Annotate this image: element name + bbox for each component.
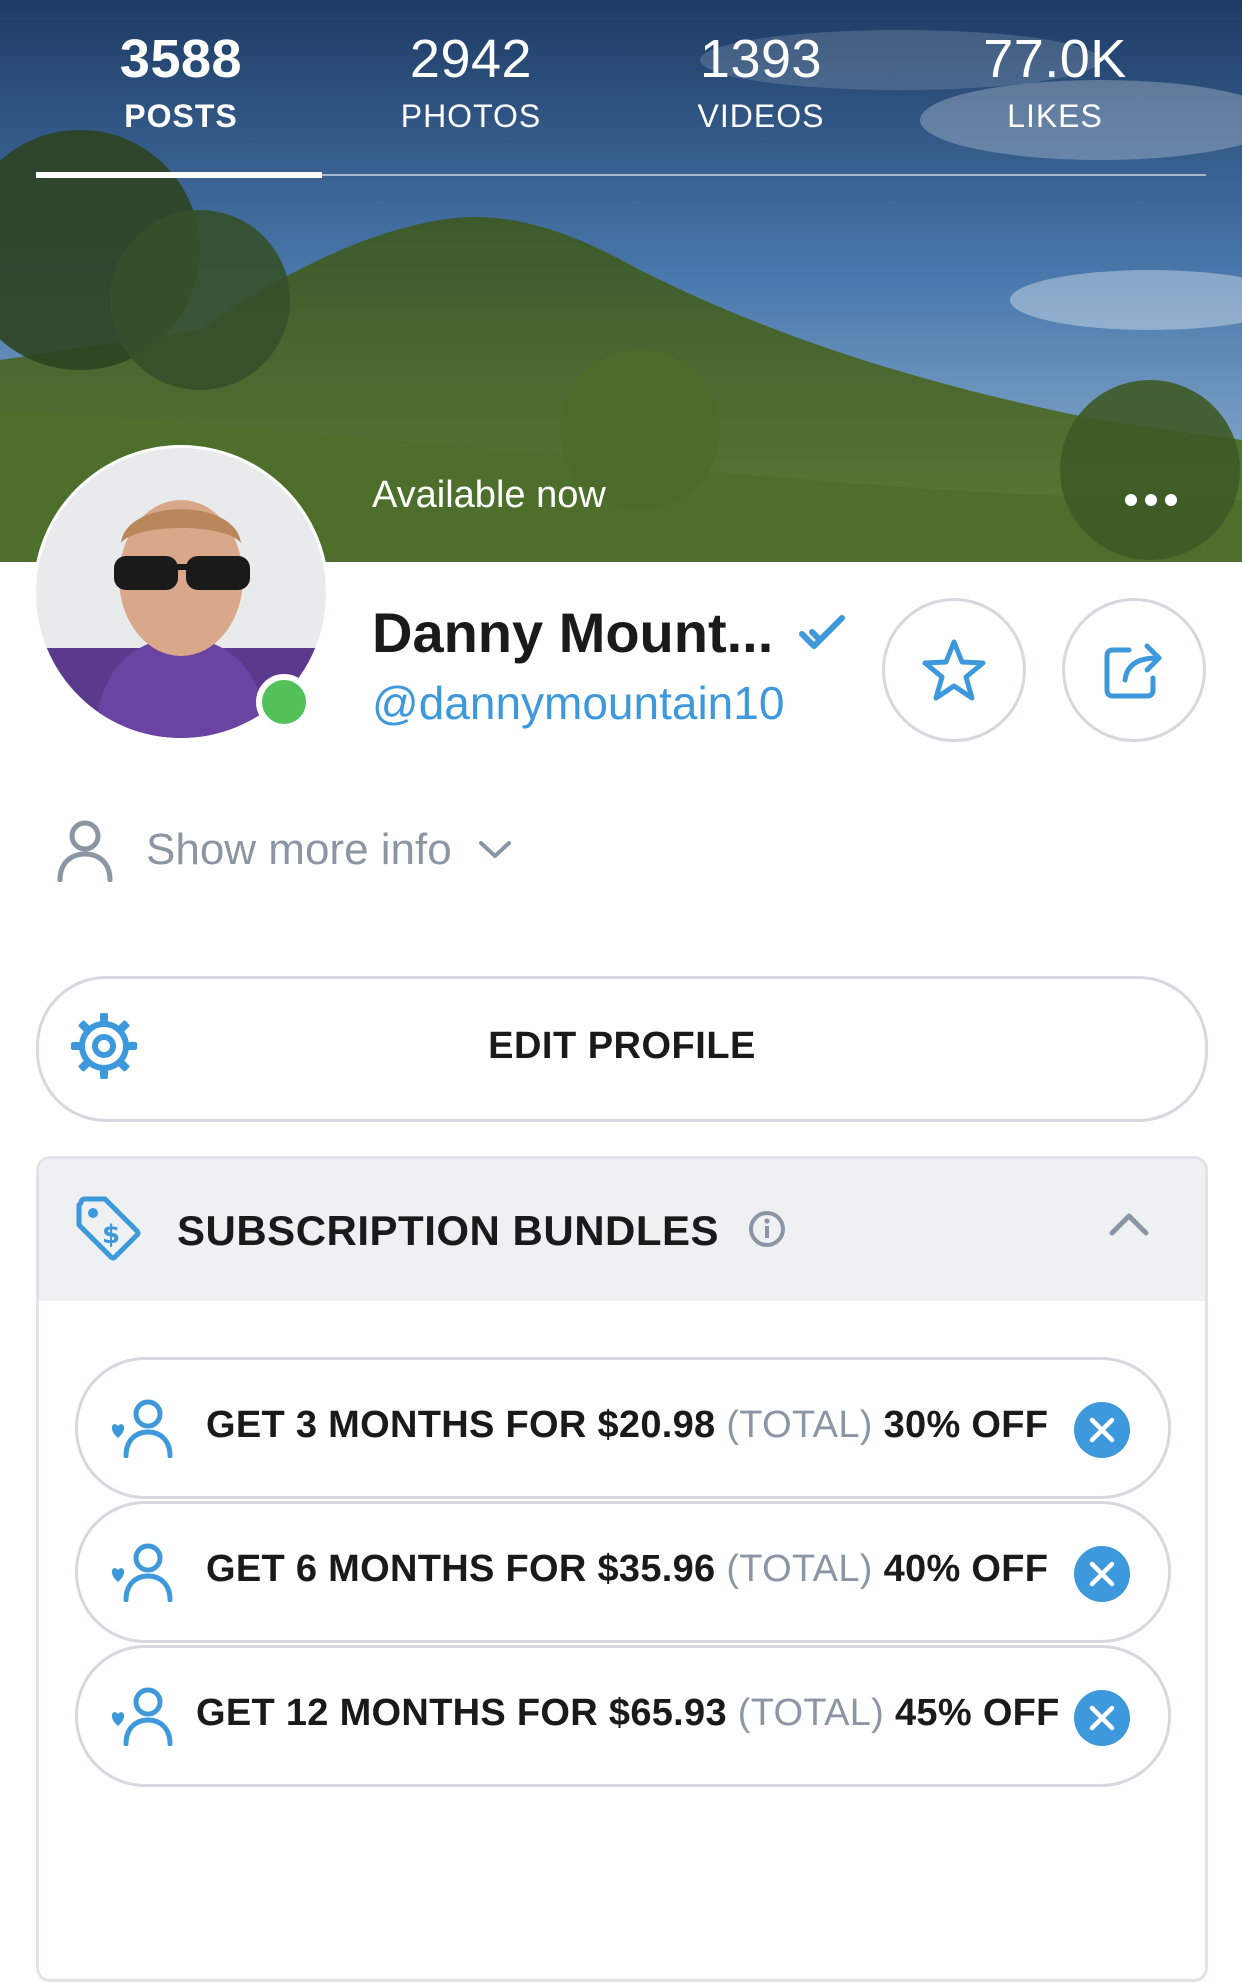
bundle-discount: 40% OFF (883, 1548, 1049, 1590)
bundle-total: (TOTAL) (726, 1404, 873, 1446)
more-options-button[interactable] (1116, 482, 1186, 522)
bundle-offer: GET 3 MONTHS FOR $20.98 (206, 1404, 716, 1446)
tab-posts[interactable]: 3588 POSTS (36, 24, 326, 138)
share-button[interactable] (1062, 598, 1206, 742)
availability-status: Available now (372, 474, 606, 516)
chevron-up-icon[interactable] (1109, 1211, 1149, 1237)
user-heart-icon (111, 1543, 173, 1602)
user-icon (57, 820, 113, 882)
active-tab-indicator (36, 172, 322, 178)
show-more-info-toggle[interactable]: Show more info (56, 812, 512, 888)
online-status-dot (256, 674, 312, 730)
remove-bundle-button[interactable] (1074, 1690, 1130, 1746)
verified-check-icon (798, 612, 846, 657)
profile-name: Danny Mount... (372, 601, 774, 664)
close-icon (1089, 1561, 1115, 1587)
videos-label: VIDEOS (697, 98, 825, 134)
tab-videos[interactable]: 1393 VIDEOS (616, 24, 906, 138)
bundle-item-12-months[interactable]: GET 12 MONTHS FOR $65.93 (TOTAL) 45% OFF (75, 1645, 1171, 1787)
photos-label: PHOTOS (400, 98, 542, 134)
tab-photos[interactable]: 2942 PHOTOS (326, 24, 616, 138)
bundle-item-3-months[interactable]: GET 3 MONTHS FOR $20.98 (TOTAL) 30% OFF (75, 1357, 1171, 1499)
bundle-discount: 30% OFF (883, 1404, 1049, 1446)
bundle-item-6-months[interactable]: GET 6 MONTHS FOR $35.96 (TOTAL) 40% OFF (75, 1501, 1171, 1643)
subscription-bundles-header[interactable]: $ SUBSCRIPTION BUNDLES (39, 1159, 1205, 1301)
profile-handle[interactable]: @dannymountain10 (372, 676, 784, 730)
more-dots-icon (1125, 494, 1177, 506)
videos-count: 1393 (699, 29, 823, 89)
posts-count: 3588 (119, 29, 243, 89)
bundle-total: (TOTAL) (726, 1548, 873, 1590)
bundle-discount: 45% OFF (895, 1692, 1060, 1734)
share-icon (1104, 643, 1162, 699)
show-more-info-label: Show more info (146, 825, 452, 874)
chevron-down-icon (478, 841, 511, 858)
price-tag-icon: $ (76, 1196, 141, 1261)
likes-count: 77.0K (983, 29, 1127, 89)
bundle-total: (TOTAL) (737, 1692, 885, 1734)
remove-bundle-button[interactable] (1074, 1402, 1130, 1458)
bundle-offer: GET 12 MONTHS FOR $65.93 (196, 1692, 727, 1734)
bundle-text: GET 6 MONTHS FOR $35.96 (TOTAL) 40% OFF (206, 1548, 1048, 1591)
favorite-button[interactable] (882, 598, 1026, 742)
tab-likes[interactable]: 77.0K LIKES (910, 24, 1200, 138)
subscription-bundles-title: SUBSCRIPTION BUNDLES (177, 1207, 720, 1254)
bundle-text: GET 12 MONTHS FOR $65.93 (TOTAL) 45% OFF (196, 1692, 1060, 1735)
info-icon[interactable] (747, 1209, 787, 1249)
edit-profile-button[interactable]: EDIT PROFILE (36, 976, 1208, 1122)
photos-count: 2942 (409, 29, 533, 89)
remove-bundle-button[interactable] (1074, 1546, 1130, 1602)
star-icon (922, 639, 986, 701)
likes-label: LIKES (1007, 98, 1103, 134)
svg-text:$: $ (102, 1220, 120, 1250)
profile-stats-tabs: 3588 POSTS 2942 PHOTOS 1393 VIDEOS 77.0K… (36, 24, 1206, 178)
posts-label: POSTS (124, 98, 238, 134)
close-icon (1089, 1705, 1115, 1731)
close-icon (1089, 1417, 1115, 1443)
user-heart-icon (111, 1687, 173, 1746)
edit-profile-label: EDIT PROFILE (488, 1025, 756, 1067)
bundle-text: GET 3 MONTHS FOR $20.98 (TOTAL) 30% OFF (206, 1404, 1048, 1447)
user-heart-icon (111, 1399, 173, 1458)
subscription-bundles-panel: $ SUBSCRIPTION BUNDLES GET 3 MONTHS FOR … (36, 1156, 1208, 1982)
bundle-offer: GET 6 MONTHS FOR $35.96 (206, 1548, 716, 1590)
